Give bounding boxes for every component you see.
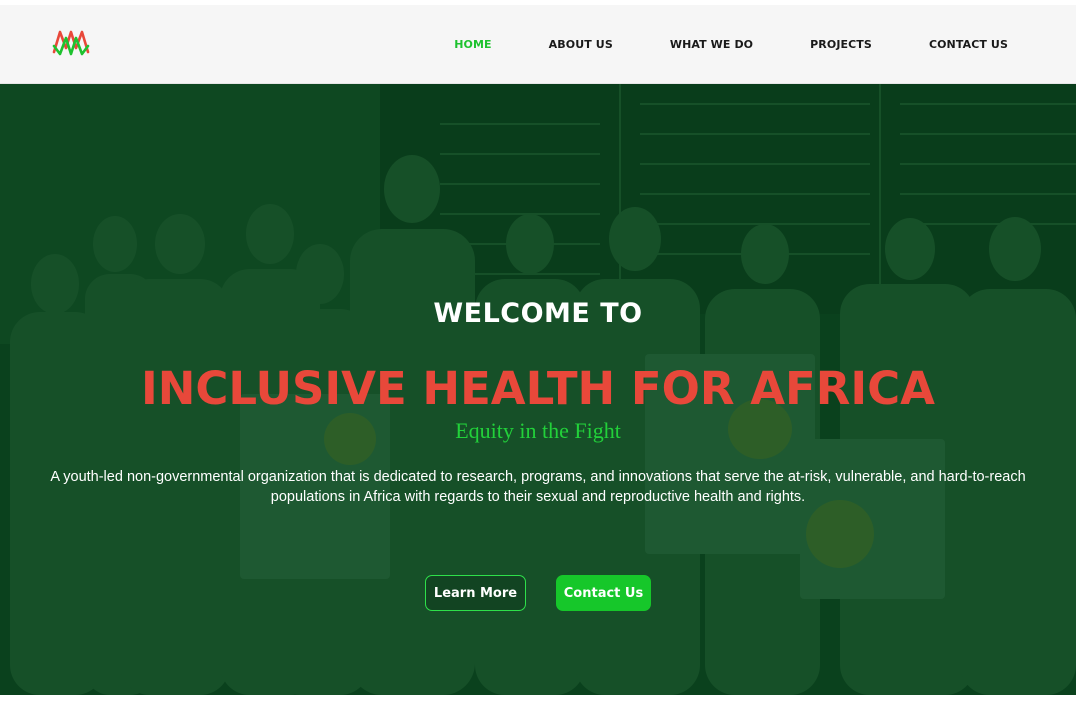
- hero-welcome: WELCOME TO: [433, 298, 643, 329]
- nav-what-we-do[interactable]: WHAT WE DO: [670, 38, 753, 51]
- hero-content: WELCOME TO INCLUSIVE HEALTH FOR AFRICA E…: [0, 84, 1076, 695]
- hero-description: A youth-led non-governmental organizatio…: [50, 469, 1026, 505]
- page: HOME ABOUT US WHAT WE DO PROJECTS CONTAC…: [0, 0, 1076, 722]
- nav-about-us[interactable]: ABOUT US: [549, 38, 613, 51]
- zigzag-wave-logo-icon[interactable]: [52, 26, 90, 56]
- nav-contact-us[interactable]: CONTACT US: [929, 38, 1008, 51]
- hero-section: WELCOME TO INCLUSIVE HEALTH FOR AFRICA E…: [0, 84, 1076, 695]
- hero-tagline: Equity in the Fight: [455, 418, 621, 443]
- nav-projects[interactable]: PROJECTS: [810, 38, 872, 51]
- learn-more-button[interactable]: Learn More: [425, 575, 526, 611]
- contact-us-button[interactable]: Contact Us: [556, 575, 651, 611]
- site-header: HOME ABOUT US WHAT WE DO PROJECTS CONTAC…: [0, 5, 1076, 84]
- bottom-strip: [0, 695, 1076, 722]
- main-nav: HOME ABOUT US WHAT WE DO PROJECTS CONTAC…: [454, 5, 1008, 84]
- hero-title: INCLUSIVE HEALTH FOR AFRICA: [140, 362, 936, 415]
- nav-home[interactable]: HOME: [454, 38, 491, 51]
